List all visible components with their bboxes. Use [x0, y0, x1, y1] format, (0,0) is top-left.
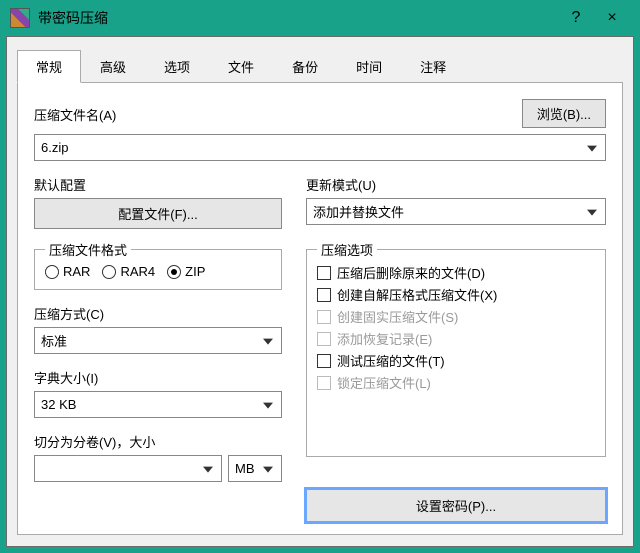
chk-test[interactable]: 测试压缩的文件(T) [317, 351, 595, 370]
tab-options[interactable]: 选项 [145, 50, 209, 83]
format-legend: 压缩文件格式 [45, 240, 131, 259]
compress-options-fieldset: 压缩选项 压缩后删除原来的文件(D) 创建自解压格式压缩文件(X) 创建固实压缩… [306, 249, 606, 457]
chk-lock: 锁定压缩文件(L) [317, 373, 595, 392]
tab-time[interactable]: 时间 [337, 50, 401, 83]
chk-solid-label: 创建固实压缩文件(S) [337, 307, 458, 326]
radio-zip-label: ZIP [185, 264, 205, 279]
chk-delete-after-box [317, 266, 331, 280]
radio-rar4[interactable]: RAR4 [102, 264, 155, 279]
radio-rar[interactable]: RAR [45, 264, 90, 279]
radio-rar4-indicator [102, 265, 116, 279]
chk-solid-box [317, 310, 331, 324]
update-mode-select[interactable]: 添加并替换文件 [306, 198, 606, 225]
split-label: 切分为分卷(V)，大小 [34, 432, 282, 451]
title-bar: 带密码压缩 ? × [0, 0, 640, 36]
dict-select[interactable]: 32 KB [34, 391, 282, 418]
chk-lock-box [317, 376, 331, 390]
compress-options-legend: 压缩选项 [317, 240, 377, 259]
chk-test-box [317, 354, 331, 368]
split-size-select[interactable] [34, 455, 222, 482]
chk-delete-after[interactable]: 压缩后删除原来的文件(D) [317, 263, 595, 282]
chk-solid: 创建固实压缩文件(S) [317, 307, 595, 326]
radio-zip-indicator [167, 265, 181, 279]
window-title: 带密码压缩 [38, 8, 558, 28]
archive-name-input[interactable]: 6.zip [34, 134, 606, 161]
radio-rar-indicator [45, 265, 59, 279]
split-unit-select[interactable]: MB [228, 455, 282, 482]
set-password-button[interactable]: 设置密码(P)... [306, 489, 606, 522]
default-profile-label: 默认配置 [34, 175, 282, 194]
update-mode-value: 添加并替换文件 [313, 202, 404, 221]
chk-lock-label: 锁定压缩文件(L) [337, 373, 431, 392]
tab-advanced[interactable]: 高级 [81, 50, 145, 83]
radio-zip[interactable]: ZIP [167, 264, 205, 279]
archive-name-value: 6.zip [41, 140, 68, 155]
dict-value: 32 KB [41, 397, 76, 412]
close-button[interactable]: × [594, 9, 630, 27]
profile-button[interactable]: 配置文件(F)... [34, 198, 282, 229]
chk-sfx-label: 创建自解压格式压缩文件(X) [337, 285, 497, 304]
tab-panel-general: 压缩文件名(A) 浏览(B)... 6.zip 默认配置 配置文件(F)... … [17, 83, 623, 535]
tab-files[interactable]: 文件 [209, 50, 273, 83]
chk-recovery: 添加恢复记录(E) [317, 329, 595, 348]
chk-recovery-label: 添加恢复记录(E) [337, 329, 432, 348]
method-label: 压缩方式(C) [34, 304, 282, 323]
format-fieldset: 压缩文件格式 RAR RAR4 ZIP [34, 249, 282, 290]
chk-sfx-box [317, 288, 331, 302]
chk-recovery-box [317, 332, 331, 346]
dict-label: 字典大小(I) [34, 368, 282, 387]
radio-rar4-label: RAR4 [120, 264, 155, 279]
update-mode-label: 更新模式(U) [306, 175, 606, 194]
split-unit-value: MB [235, 461, 255, 476]
method-select[interactable]: 标准 [34, 327, 282, 354]
browse-button[interactable]: 浏览(B)... [522, 99, 606, 128]
tab-comment[interactable]: 注释 [401, 50, 465, 83]
help-button[interactable]: ? [558, 9, 594, 27]
app-icon [10, 8, 30, 28]
chk-delete-after-label: 压缩后删除原来的文件(D) [337, 263, 485, 282]
tab-general[interactable]: 常规 [17, 50, 81, 83]
tab-backup[interactable]: 备份 [273, 50, 337, 83]
client-area: 常规 高级 选项 文件 备份 时间 注释 压缩文件名(A) 浏览(B)... 6… [6, 36, 634, 547]
chk-sfx[interactable]: 创建自解压格式压缩文件(X) [317, 285, 595, 304]
chk-test-label: 测试压缩的文件(T) [337, 351, 445, 370]
radio-rar-label: RAR [63, 264, 90, 279]
archive-name-label: 压缩文件名(A) [34, 105, 116, 124]
method-value: 标准 [41, 331, 67, 350]
tab-strip: 常规 高级 选项 文件 备份 时间 注释 [17, 49, 623, 83]
